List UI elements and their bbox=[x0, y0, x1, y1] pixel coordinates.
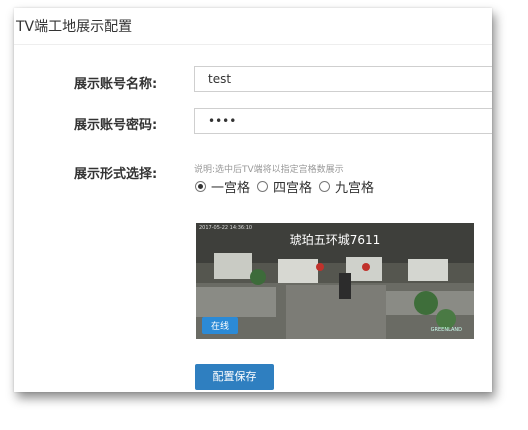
display-mode-radio-group: 一宫格 四宫格 九宫格 bbox=[195, 177, 381, 196]
online-status-badge: 在线 bbox=[202, 317, 239, 334]
camera-logo: GREENLAND bbox=[430, 327, 462, 333]
radio-unchecked-icon[interactable] bbox=[257, 181, 269, 192]
account-name-label: 展示账号名称: bbox=[74, 77, 158, 92]
radio-one-grid[interactable]: 一宫格 bbox=[195, 177, 250, 196]
account-password-input[interactable]: •••• bbox=[194, 108, 492, 134]
camera-preview[interactable]: 2017-05-22 14:36:10 琥珀五环城7611 在线 GREENLA… bbox=[196, 223, 474, 339]
title-divider bbox=[14, 44, 492, 45]
account-password-label: 展示账号密码: bbox=[74, 118, 158, 133]
page-title: TV端工地展示配置 bbox=[16, 19, 133, 35]
save-config-button[interactable]: 配置保存 bbox=[195, 364, 274, 390]
radio-label: 一宫格 bbox=[211, 181, 251, 196]
radio-unchecked-icon[interactable] bbox=[319, 181, 331, 192]
display-mode-label: 展示形式选择: bbox=[74, 167, 158, 182]
radio-label: 四宫格 bbox=[273, 181, 313, 196]
camera-title: 琥珀五环城7611 bbox=[289, 233, 381, 247]
radio-checked-icon[interactable] bbox=[195, 181, 206, 192]
radio-four-grid[interactable]: 四宫格 bbox=[257, 177, 312, 196]
radio-label: 九宫格 bbox=[335, 181, 375, 196]
display-mode-hint: 说明:选中后TV端将以指定宫格数展示 bbox=[194, 165, 344, 175]
radio-nine-grid[interactable]: 九宫格 bbox=[319, 177, 374, 196]
config-panel: TV端工地展示配置 展示账号名称: test 展示账号密码: •••• 展示形式… bbox=[14, 8, 492, 392]
account-name-input[interactable]: test bbox=[194, 66, 492, 92]
